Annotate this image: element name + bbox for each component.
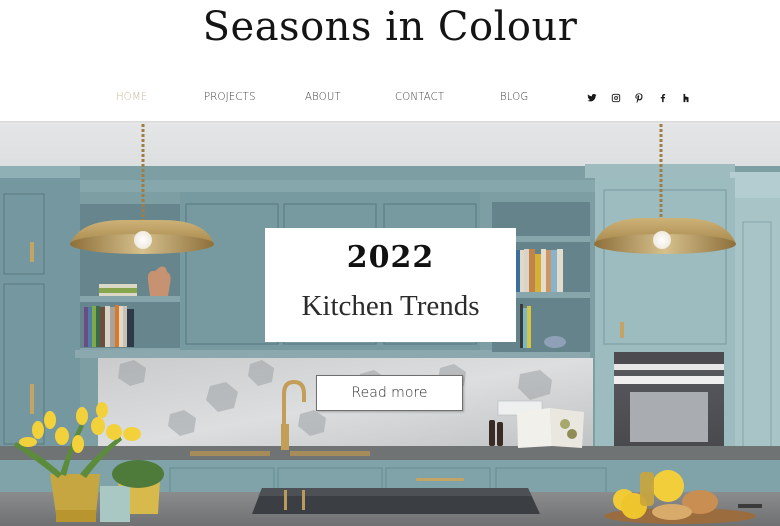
pinterest-icon[interactable]	[633, 92, 645, 104]
hero-section: 2022 Kitchen Trends Read more	[0, 124, 780, 526]
site-header: Seasons in Colour HOME PROJECTS ABOUT CO…	[0, 0, 780, 121]
instagram-icon[interactable]	[610, 92, 622, 104]
read-more-button[interactable]: Read more	[316, 375, 463, 411]
social-bar	[586, 92, 704, 104]
banner-title: Kitchen Trends	[301, 290, 480, 322]
facebook-icon[interactable]	[657, 92, 669, 104]
houzz-icon[interactable]	[680, 92, 692, 104]
nav-item-home[interactable]: HOME	[116, 90, 147, 103]
banner-year: 2022	[346, 240, 435, 275]
banner-card: 2022 Kitchen Trends	[265, 228, 516, 342]
nav-item-projects[interactable]: PROJECTS	[204, 90, 256, 103]
twitter-icon[interactable]	[586, 92, 598, 104]
nav-item-contact[interactable]: CONTACT	[395, 90, 444, 103]
nav-item-blog[interactable]: BLOG	[500, 90, 528, 103]
site-title[interactable]: Seasons in Colour	[0, 4, 780, 50]
nav-item-about[interactable]: ABOUT	[305, 90, 341, 103]
